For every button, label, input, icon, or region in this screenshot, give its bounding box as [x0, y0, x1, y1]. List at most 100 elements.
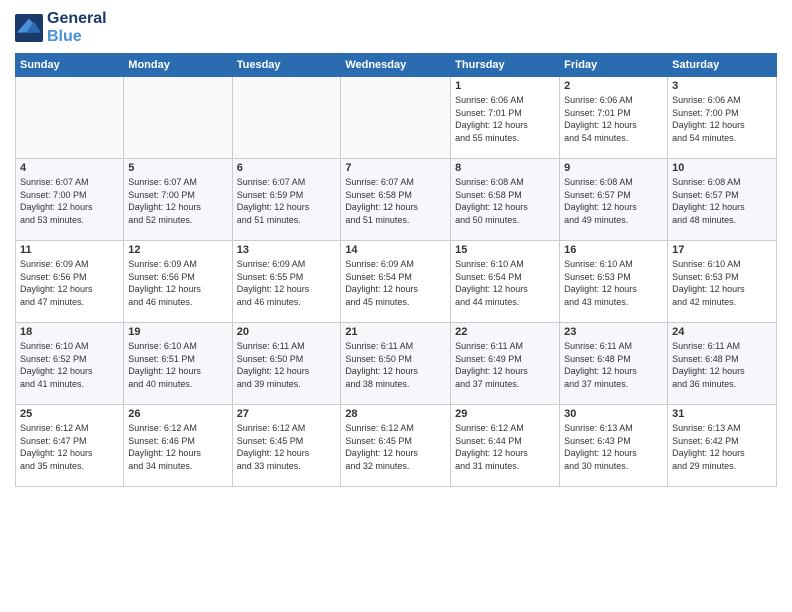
calendar-cell: 7 Sunrise: 6:07 AM Sunset: 6:58 PM Daylig…	[341, 159, 451, 241]
weekday-header-thursday: Thursday	[451, 54, 560, 77]
header: General Blue	[15, 10, 777, 45]
day-number: 18	[20, 326, 119, 338]
day-number: 10	[672, 162, 772, 174]
day-number: 26	[128, 408, 227, 420]
day-info: Sunrise: 6:08 AM Sunset: 6:57 PM Dayligh…	[564, 176, 663, 226]
day-info: Sunrise: 6:11 AM Sunset: 6:48 PM Dayligh…	[672, 340, 772, 390]
day-info: Sunrise: 6:12 AM Sunset: 6:46 PM Dayligh…	[128, 422, 227, 472]
page: General Blue SundayMondayTuesdayWednesda…	[0, 0, 792, 612]
day-number: 31	[672, 408, 772, 420]
week-row-4: 18 Sunrise: 6:10 AM Sunset: 6:52 PM Dayli…	[16, 323, 777, 405]
day-info: Sunrise: 6:13 AM Sunset: 6:42 PM Dayligh…	[672, 422, 772, 472]
day-info: Sunrise: 6:12 AM Sunset: 6:45 PM Dayligh…	[237, 422, 337, 472]
day-number: 16	[564, 244, 663, 256]
day-number: 11	[20, 244, 119, 256]
day-number: 12	[128, 244, 227, 256]
calendar-cell: 19Sunrise: 6:10 AM Sunset: 6:51 PM Dayli…	[124, 323, 232, 405]
calendar-cell: 15Sunrise: 6:10 AM Sunset: 6:54 PM Dayli…	[451, 241, 560, 323]
calendar-cell: 10 Sunrise: 6:08 AM Sunset: 6:57 PM Dayli…	[668, 159, 777, 241]
day-number: 15	[455, 244, 555, 256]
calendar-cell: 14 Sunrise: 6:09 AM Sunset: 6:54 PM Dayli…	[341, 241, 451, 323]
day-number: 2	[564, 80, 663, 92]
day-number: 30	[564, 408, 663, 420]
calendar-cell: 9 Sunrise: 6:08 AM Sunset: 6:57 PM Daylig…	[560, 159, 668, 241]
weekday-header-saturday: Saturday	[668, 54, 777, 77]
day-number: 28	[345, 408, 446, 420]
calendar-cell: 6 Sunrise: 6:07 AM Sunset: 6:59 PM Daylig…	[232, 159, 341, 241]
weekday-header-friday: Friday	[560, 54, 668, 77]
day-info: Sunrise: 6:11 AM Sunset: 6:49 PM Dayligh…	[455, 340, 555, 390]
day-info: Sunrise: 6:06 AM Sunset: 7:01 PM Dayligh…	[564, 94, 663, 144]
calendar-cell: 24Sunrise: 6:11 AM Sunset: 6:48 PM Dayli…	[668, 323, 777, 405]
calendar-cell: 13Sunrise: 6:09 AM Sunset: 6:55 PM Dayli…	[232, 241, 341, 323]
calendar-cell	[124, 77, 232, 159]
day-number: 7	[345, 162, 446, 174]
weekday-header-wednesday: Wednesday	[341, 54, 451, 77]
day-number: 9	[564, 162, 663, 174]
day-number: 23	[564, 326, 663, 338]
week-row-1: 1 Sunrise: 6:06 AM Sunset: 7:01 PM Daylig…	[16, 77, 777, 159]
day-number: 25	[20, 408, 119, 420]
weekday-header-tuesday: Tuesday	[232, 54, 341, 77]
logo: General Blue	[15, 10, 107, 45]
calendar-cell	[16, 77, 124, 159]
day-info: Sunrise: 6:08 AM Sunset: 6:58 PM Dayligh…	[455, 176, 555, 226]
calendar-cell: 20 Sunrise: 6:11 AM Sunset: 6:50 PM Dayli…	[232, 323, 341, 405]
logo-icon	[15, 14, 43, 42]
calendar-cell: 3 Sunrise: 6:06 AM Sunset: 7:00 PM Daylig…	[668, 77, 777, 159]
day-info: Sunrise: 6:09 AM Sunset: 6:56 PM Dayligh…	[20, 258, 119, 308]
day-info: Sunrise: 6:10 AM Sunset: 6:53 PM Dayligh…	[564, 258, 663, 308]
calendar-cell: 30 Sunrise: 6:13 AM Sunset: 6:43 PM Dayli…	[560, 405, 668, 487]
day-info: Sunrise: 6:12 AM Sunset: 6:47 PM Dayligh…	[20, 422, 119, 472]
calendar-cell: 17Sunrise: 6:10 AM Sunset: 6:53 PM Dayli…	[668, 241, 777, 323]
day-number: 4	[20, 162, 119, 174]
day-info: Sunrise: 6:13 AM Sunset: 6:43 PM Dayligh…	[564, 422, 663, 472]
logo-text: General Blue	[47, 10, 107, 45]
day-number: 1	[455, 80, 555, 92]
day-info: Sunrise: 6:07 AM Sunset: 6:58 PM Dayligh…	[345, 176, 446, 226]
calendar-cell: 2 Sunrise: 6:06 AM Sunset: 7:01 PM Daylig…	[560, 77, 668, 159]
calendar-cell: 4Sunrise: 6:07 AM Sunset: 7:00 PM Daylig…	[16, 159, 124, 241]
day-number: 20	[237, 326, 337, 338]
day-number: 22	[455, 326, 555, 338]
calendar-cell: 16 Sunrise: 6:10 AM Sunset: 6:53 PM Dayli…	[560, 241, 668, 323]
day-info: Sunrise: 6:10 AM Sunset: 6:52 PM Dayligh…	[20, 340, 119, 390]
calendar: SundayMondayTuesdayWednesdayThursdayFrid…	[15, 53, 777, 487]
calendar-cell: 28Sunrise: 6:12 AM Sunset: 6:45 PM Dayli…	[341, 405, 451, 487]
calendar-cell: 1 Sunrise: 6:06 AM Sunset: 7:01 PM Daylig…	[451, 77, 560, 159]
day-number: 14	[345, 244, 446, 256]
week-row-3: 11 Sunrise: 6:09 AM Sunset: 6:56 PM Dayli…	[16, 241, 777, 323]
calendar-cell: 22 Sunrise: 6:11 AM Sunset: 6:49 PM Dayli…	[451, 323, 560, 405]
calendar-cell: 23 Sunrise: 6:11 AM Sunset: 6:48 PM Dayli…	[560, 323, 668, 405]
day-info: Sunrise: 6:11 AM Sunset: 6:50 PM Dayligh…	[237, 340, 337, 390]
day-info: Sunrise: 6:11 AM Sunset: 6:48 PM Dayligh…	[564, 340, 663, 390]
calendar-cell: 12 Sunrise: 6:09 AM Sunset: 6:56 PM Dayli…	[124, 241, 232, 323]
day-number: 21	[345, 326, 446, 338]
day-info: Sunrise: 6:07 AM Sunset: 7:00 PM Dayligh…	[128, 176, 227, 226]
day-info: Sunrise: 6:09 AM Sunset: 6:55 PM Dayligh…	[237, 258, 337, 308]
day-info: Sunrise: 6:09 AM Sunset: 6:56 PM Dayligh…	[128, 258, 227, 308]
day-info: Sunrise: 6:07 AM Sunset: 6:59 PM Dayligh…	[237, 176, 337, 226]
day-info: Sunrise: 6:08 AM Sunset: 6:57 PM Dayligh…	[672, 176, 772, 226]
calendar-cell: 11 Sunrise: 6:09 AM Sunset: 6:56 PM Dayli…	[16, 241, 124, 323]
day-number: 17	[672, 244, 772, 256]
day-number: 3	[672, 80, 772, 92]
calendar-cell: 21Sunrise: 6:11 AM Sunset: 6:50 PM Dayli…	[341, 323, 451, 405]
day-info: Sunrise: 6:10 AM Sunset: 6:51 PM Dayligh…	[128, 340, 227, 390]
calendar-cell: 5Sunrise: 6:07 AM Sunset: 7:00 PM Daylig…	[124, 159, 232, 241]
calendar-cell: 26 Sunrise: 6:12 AM Sunset: 6:46 PM Dayli…	[124, 405, 232, 487]
day-number: 6	[237, 162, 337, 174]
weekday-header-row: SundayMondayTuesdayWednesdayThursdayFrid…	[16, 54, 777, 77]
week-row-2: 4 Sunrise: 6:07 AM Sunset: 7:00 PM Daylig…	[16, 159, 777, 241]
day-info: Sunrise: 6:09 AM Sunset: 6:54 PM Dayligh…	[345, 258, 446, 308]
day-info: Sunrise: 6:06 AM Sunset: 7:00 PM Dayligh…	[672, 94, 772, 144]
calendar-cell: 29Sunrise: 6:12 AM Sunset: 6:44 PM Dayli…	[451, 405, 560, 487]
calendar-cell: 27 Sunrise: 6:12 AM Sunset: 6:45 PM Dayli…	[232, 405, 341, 487]
calendar-cell: 8Sunrise: 6:08 AM Sunset: 6:58 PM Daylig…	[451, 159, 560, 241]
day-info: Sunrise: 6:06 AM Sunset: 7:01 PM Dayligh…	[455, 94, 555, 144]
calendar-cell: 31 Sunrise: 6:13 AM Sunset: 6:42 PM Dayli…	[668, 405, 777, 487]
day-number: 27	[237, 408, 337, 420]
weekday-header-sunday: Sunday	[16, 54, 124, 77]
day-number: 29	[455, 408, 555, 420]
calendar-cell: 25 Sunrise: 6:12 AM Sunset: 6:47 PM Dayli…	[16, 405, 124, 487]
